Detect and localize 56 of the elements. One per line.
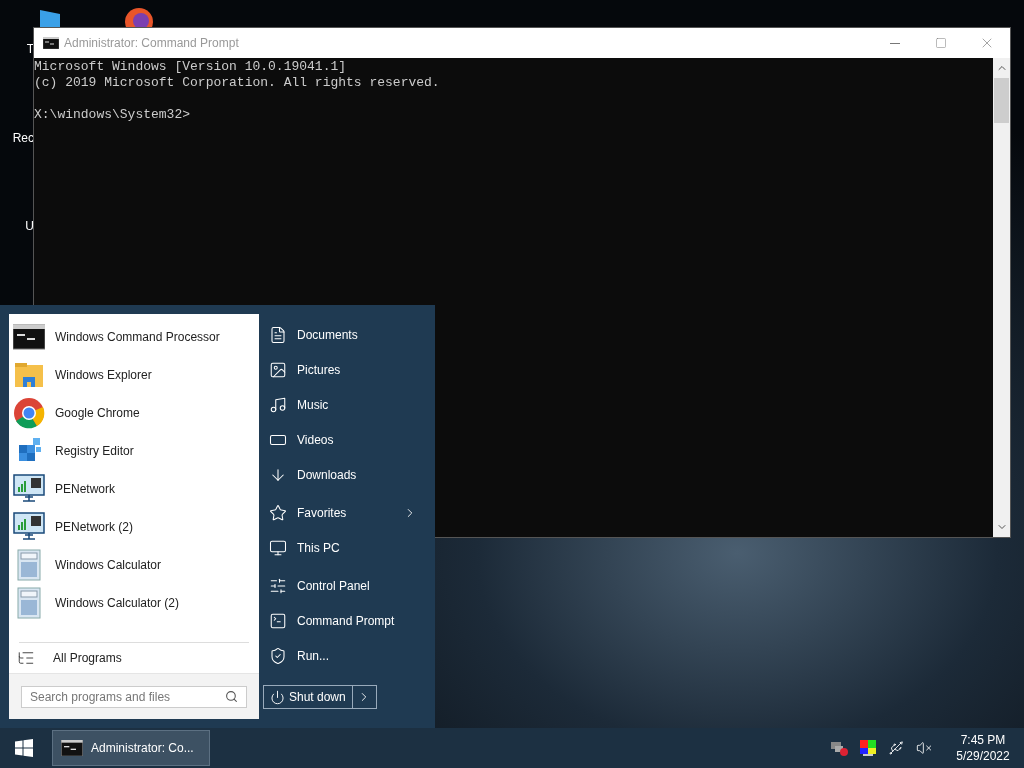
volume-muted-icon[interactable] — [916, 740, 932, 756]
network-monitor-icon — [13, 511, 45, 543]
console-icon — [61, 740, 83, 756]
console-line: (c) 2019 Microsoft Corporation. All rights reserved. — [34, 75, 441, 91]
program-item[interactable]: PENetwork (2) — [9, 508, 259, 546]
image-icon — [269, 360, 287, 379]
console-icon — [13, 321, 45, 353]
place-item[interactable]: Control Panel — [263, 568, 423, 603]
program-item[interactable]: Windows Calculator (2) — [9, 584, 259, 622]
place-item[interactable]: Command Prompt — [263, 603, 423, 638]
place-item[interactable]: Music — [263, 387, 423, 422]
power-icon — [270, 689, 285, 705]
program-item[interactable]: Google Chrome — [9, 394, 259, 432]
window-title: Administrator: Command Prompt — [64, 35, 239, 52]
place-item[interactable]: This PC — [263, 530, 423, 565]
terminal-icon — [269, 611, 287, 630]
clock-date[interactable]: 5/29/2022 — [956, 748, 1010, 764]
scrollbar[interactable] — [993, 58, 1010, 537]
search-icon — [225, 690, 238, 703]
place-item[interactable]: Downloads — [263, 457, 423, 492]
console-prompt: X:\windows\System32> — [34, 107, 192, 123]
maximize-icon — [935, 37, 947, 49]
desktop-icon-label[interactable]: U — [16, 217, 34, 235]
program-item[interactable]: Windows Command Processor — [9, 318, 259, 356]
search-field[interactable]: Search programs and files — [21, 685, 247, 708]
place-item[interactable]: Documents — [263, 317, 423, 352]
list-icon — [17, 649, 35, 667]
place-item[interactable]: Videos — [263, 422, 423, 457]
minimize-icon — [890, 42, 900, 44]
shutdown-button[interactable]: Shut down — [263, 685, 353, 709]
console-line: Microsoft Windows [Version 10.0.19041.1] — [34, 59, 348, 75]
control-panel-icon — [269, 576, 287, 595]
monitor-icon — [269, 538, 287, 557]
music-note-icon — [269, 395, 287, 414]
console-icon — [43, 37, 59, 49]
usb-icon[interactable] — [888, 740, 904, 756]
clock-time[interactable]: 7:45 PM — [960, 732, 1006, 748]
all-programs-item[interactable]: All Programs — [9, 643, 259, 673]
program-item[interactable]: Registry Editor — [9, 432, 259, 470]
program-item[interactable]: Windows Explorer — [9, 356, 259, 394]
windows-logo-icon — [15, 739, 33, 757]
taskbar-button[interactable]: Administrator: Co... — [52, 730, 210, 766]
program-item[interactable]: PENetwork — [9, 470, 259, 508]
display-color-icon[interactable] — [860, 740, 876, 756]
place-item[interactable]: Pictures — [263, 352, 423, 387]
place-item[interactable]: Run... — [263, 638, 423, 673]
program-item[interactable]: Windows Calculator — [9, 546, 259, 584]
network-error-icon[interactable] — [830, 740, 848, 756]
shutdown-options-button[interactable] — [352, 685, 377, 709]
document-icon — [269, 325, 287, 344]
star-icon — [269, 503, 287, 522]
network-monitor-icon — [13, 473, 45, 505]
browser-icon — [13, 397, 45, 429]
run-icon — [269, 646, 287, 665]
place-item[interactable]: Favorites — [263, 495, 423, 530]
scrollbar-thumb[interactable] — [994, 78, 1009, 123]
